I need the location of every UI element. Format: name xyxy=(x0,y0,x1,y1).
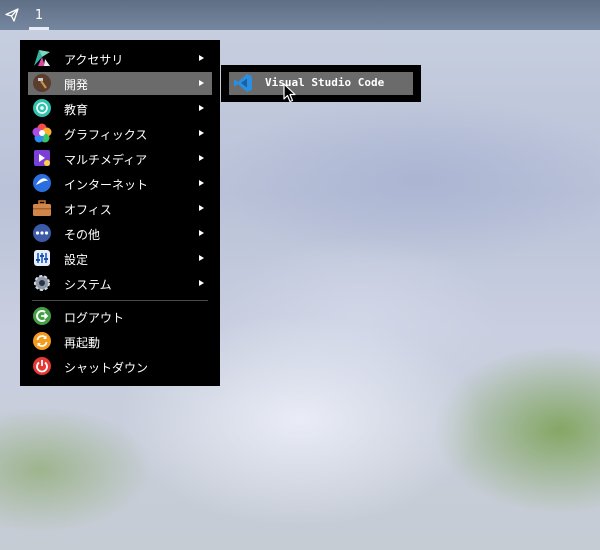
submenu-arrow-icon xyxy=(199,105,204,111)
menu-item-restart[interactable]: 再起動 xyxy=(28,330,212,353)
menu-item-other[interactable]: その他 xyxy=(28,222,212,245)
submenu-arrow-icon xyxy=(199,255,204,261)
application-menu: アクセサリ 開発 教育 グラフィックス マルチメディア インターネット オフィス… xyxy=(20,40,220,386)
more-icon xyxy=(32,223,52,243)
internet-icon xyxy=(32,173,52,193)
submenu-arrow-icon xyxy=(199,155,204,161)
submenu-arrow-icon xyxy=(199,180,204,186)
submenu-arrow-icon xyxy=(199,205,204,211)
menu-item-development[interactable]: 開発 xyxy=(28,72,212,95)
menu-item-system[interactable]: システム xyxy=(28,272,212,295)
multimedia-icon xyxy=(32,148,52,168)
graphics-icon xyxy=(32,123,52,143)
taskbar: 1 xyxy=(0,0,600,30)
menu-item-accessories[interactable]: アクセサリ xyxy=(28,47,212,70)
settings-icon xyxy=(32,248,52,268)
submenu-arrow-icon xyxy=(199,280,204,286)
development-submenu: Visual Studio Code xyxy=(221,65,421,102)
submenu-arrow-icon xyxy=(199,230,204,236)
logout-icon xyxy=(32,306,52,326)
gear-icon xyxy=(32,273,52,293)
paper-plane-icon[interactable] xyxy=(0,0,24,30)
power-icon xyxy=(32,356,52,376)
restart-icon xyxy=(32,331,52,351)
submenu-arrow-icon xyxy=(199,55,204,61)
menu-item-visual-studio-code[interactable]: Visual Studio Code xyxy=(229,72,413,95)
education-icon xyxy=(32,98,52,118)
menu-item-internet[interactable]: インターネット xyxy=(28,172,212,195)
menu-item-settings[interactable]: 設定 xyxy=(28,247,212,270)
workspace-button[interactable]: 1 xyxy=(27,0,51,30)
menu-item-graphics[interactable]: グラフィックス xyxy=(28,122,212,145)
submenu-arrow-icon xyxy=(199,130,204,136)
submenu-arrow-icon xyxy=(199,80,204,86)
briefcase-icon xyxy=(32,198,52,218)
accessories-icon xyxy=(32,48,52,68)
hammer-icon xyxy=(32,73,52,93)
menu-item-office[interactable]: オフィス xyxy=(28,197,212,220)
menu-item-shutdown[interactable]: シャットダウン xyxy=(28,355,212,378)
menu-item-education[interactable]: 教育 xyxy=(28,97,212,120)
menu-separator xyxy=(32,300,208,301)
menu-item-logout[interactable]: ログアウト xyxy=(28,305,212,328)
vscode-icon xyxy=(233,73,253,93)
menu-item-multimedia[interactable]: マルチメディア xyxy=(28,147,212,170)
mouse-cursor-icon xyxy=(283,83,296,103)
